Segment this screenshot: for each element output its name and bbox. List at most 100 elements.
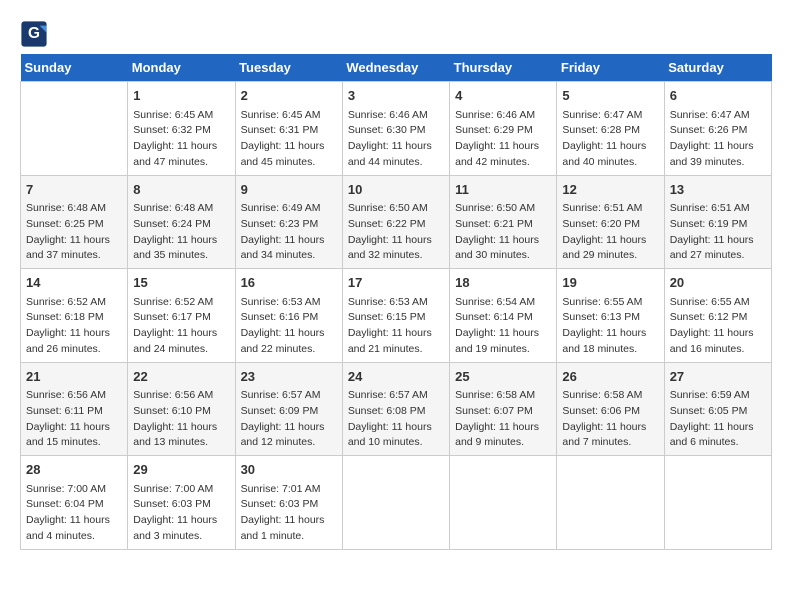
day-number: 4 — [455, 86, 551, 106]
day-number: 12 — [562, 180, 658, 200]
cell-info: Sunrise: 6:51 AM Sunset: 6:19 PM Dayligh… — [670, 201, 766, 264]
day-number: 24 — [348, 367, 444, 387]
day-number: 3 — [348, 86, 444, 106]
calendar-cell: 6Sunrise: 6:47 AM Sunset: 6:26 PM Daylig… — [664, 82, 771, 176]
cell-info: Sunrise: 6:58 AM Sunset: 6:06 PM Dayligh… — [562, 388, 658, 451]
cell-info: Sunrise: 6:56 AM Sunset: 6:11 PM Dayligh… — [26, 388, 122, 451]
cell-info: Sunrise: 6:54 AM Sunset: 6:14 PM Dayligh… — [455, 295, 551, 358]
calendar-cell: 18Sunrise: 6:54 AM Sunset: 6:14 PM Dayli… — [450, 269, 557, 363]
cell-info: Sunrise: 6:53 AM Sunset: 6:15 PM Dayligh… — [348, 295, 444, 358]
cell-info: Sunrise: 6:57 AM Sunset: 6:08 PM Dayligh… — [348, 388, 444, 451]
calendar-header: SundayMondayTuesdayWednesdayThursdayFrid… — [21, 54, 772, 82]
calendar-cell: 16Sunrise: 6:53 AM Sunset: 6:16 PM Dayli… — [235, 269, 342, 363]
cell-info: Sunrise: 6:53 AM Sunset: 6:16 PM Dayligh… — [241, 295, 337, 358]
day-number: 7 — [26, 180, 122, 200]
header-day-thursday: Thursday — [450, 54, 557, 82]
calendar-cell: 1Sunrise: 6:45 AM Sunset: 6:32 PM Daylig… — [128, 82, 235, 176]
day-number: 10 — [348, 180, 444, 200]
calendar-cell: 8Sunrise: 6:48 AM Sunset: 6:24 PM Daylig… — [128, 175, 235, 269]
day-number: 18 — [455, 273, 551, 293]
calendar-cell: 19Sunrise: 6:55 AM Sunset: 6:13 PM Dayli… — [557, 269, 664, 363]
calendar-cell: 25Sunrise: 6:58 AM Sunset: 6:07 PM Dayli… — [450, 362, 557, 456]
cell-info: Sunrise: 6:50 AM Sunset: 6:22 PM Dayligh… — [348, 201, 444, 264]
header-day-friday: Friday — [557, 54, 664, 82]
logo: G — [20, 20, 52, 48]
cell-info: Sunrise: 6:46 AM Sunset: 6:30 PM Dayligh… — [348, 108, 444, 171]
cell-info: Sunrise: 6:48 AM Sunset: 6:25 PM Dayligh… — [26, 201, 122, 264]
calendar-cell: 22Sunrise: 6:56 AM Sunset: 6:10 PM Dayli… — [128, 362, 235, 456]
day-number: 15 — [133, 273, 229, 293]
calendar-cell: 27Sunrise: 6:59 AM Sunset: 6:05 PM Dayli… — [664, 362, 771, 456]
day-number: 13 — [670, 180, 766, 200]
header-day-saturday: Saturday — [664, 54, 771, 82]
day-number: 27 — [670, 367, 766, 387]
day-number: 29 — [133, 460, 229, 480]
cell-info: Sunrise: 6:46 AM Sunset: 6:29 PM Dayligh… — [455, 108, 551, 171]
day-number: 21 — [26, 367, 122, 387]
calendar-cell: 29Sunrise: 7:00 AM Sunset: 6:03 PM Dayli… — [128, 456, 235, 550]
calendar-cell: 7Sunrise: 6:48 AM Sunset: 6:25 PM Daylig… — [21, 175, 128, 269]
calendar-cell: 11Sunrise: 6:50 AM Sunset: 6:21 PM Dayli… — [450, 175, 557, 269]
header-row: SundayMondayTuesdayWednesdayThursdayFrid… — [21, 54, 772, 82]
week-row-5: 28Sunrise: 7:00 AM Sunset: 6:04 PM Dayli… — [21, 456, 772, 550]
cell-info: Sunrise: 6:52 AM Sunset: 6:17 PM Dayligh… — [133, 295, 229, 358]
calendar-table: SundayMondayTuesdayWednesdayThursdayFrid… — [20, 54, 772, 550]
cell-info: Sunrise: 6:52 AM Sunset: 6:18 PM Dayligh… — [26, 295, 122, 358]
calendar-body: 1Sunrise: 6:45 AM Sunset: 6:32 PM Daylig… — [21, 82, 772, 550]
week-row-4: 21Sunrise: 6:56 AM Sunset: 6:11 PM Dayli… — [21, 362, 772, 456]
cell-info: Sunrise: 7:01 AM Sunset: 6:03 PM Dayligh… — [241, 482, 337, 545]
cell-info: Sunrise: 7:00 AM Sunset: 6:04 PM Dayligh… — [26, 482, 122, 545]
day-number: 11 — [455, 180, 551, 200]
calendar-cell: 26Sunrise: 6:58 AM Sunset: 6:06 PM Dayli… — [557, 362, 664, 456]
calendar-cell: 24Sunrise: 6:57 AM Sunset: 6:08 PM Dayli… — [342, 362, 449, 456]
calendar-cell: 4Sunrise: 6:46 AM Sunset: 6:29 PM Daylig… — [450, 82, 557, 176]
calendar-cell: 20Sunrise: 6:55 AM Sunset: 6:12 PM Dayli… — [664, 269, 771, 363]
day-number: 1 — [133, 86, 229, 106]
header-day-sunday: Sunday — [21, 54, 128, 82]
calendar-cell — [557, 456, 664, 550]
logo-icon: G — [20, 20, 48, 48]
week-row-3: 14Sunrise: 6:52 AM Sunset: 6:18 PM Dayli… — [21, 269, 772, 363]
day-number: 23 — [241, 367, 337, 387]
day-number: 2 — [241, 86, 337, 106]
cell-info: Sunrise: 6:55 AM Sunset: 6:12 PM Dayligh… — [670, 295, 766, 358]
header-day-monday: Monday — [128, 54, 235, 82]
cell-info: Sunrise: 6:58 AM Sunset: 6:07 PM Dayligh… — [455, 388, 551, 451]
day-number: 8 — [133, 180, 229, 200]
day-number: 17 — [348, 273, 444, 293]
calendar-cell: 5Sunrise: 6:47 AM Sunset: 6:28 PM Daylig… — [557, 82, 664, 176]
day-number: 22 — [133, 367, 229, 387]
calendar-cell — [664, 456, 771, 550]
calendar-cell: 21Sunrise: 6:56 AM Sunset: 6:11 PM Dayli… — [21, 362, 128, 456]
day-number: 5 — [562, 86, 658, 106]
header-day-wednesday: Wednesday — [342, 54, 449, 82]
calendar-cell: 2Sunrise: 6:45 AM Sunset: 6:31 PM Daylig… — [235, 82, 342, 176]
week-row-1: 1Sunrise: 6:45 AM Sunset: 6:32 PM Daylig… — [21, 82, 772, 176]
cell-info: Sunrise: 6:50 AM Sunset: 6:21 PM Dayligh… — [455, 201, 551, 264]
calendar-cell: 12Sunrise: 6:51 AM Sunset: 6:20 PM Dayli… — [557, 175, 664, 269]
day-number: 9 — [241, 180, 337, 200]
day-number: 19 — [562, 273, 658, 293]
calendar-cell: 13Sunrise: 6:51 AM Sunset: 6:19 PM Dayli… — [664, 175, 771, 269]
week-row-2: 7Sunrise: 6:48 AM Sunset: 6:25 PM Daylig… — [21, 175, 772, 269]
calendar-cell: 30Sunrise: 7:01 AM Sunset: 6:03 PM Dayli… — [235, 456, 342, 550]
cell-info: Sunrise: 6:45 AM Sunset: 6:31 PM Dayligh… — [241, 108, 337, 171]
cell-info: Sunrise: 6:59 AM Sunset: 6:05 PM Dayligh… — [670, 388, 766, 451]
day-number: 16 — [241, 273, 337, 293]
cell-info: Sunrise: 6:49 AM Sunset: 6:23 PM Dayligh… — [241, 201, 337, 264]
day-number: 28 — [26, 460, 122, 480]
calendar-cell: 28Sunrise: 7:00 AM Sunset: 6:04 PM Dayli… — [21, 456, 128, 550]
cell-info: Sunrise: 6:47 AM Sunset: 6:28 PM Dayligh… — [562, 108, 658, 171]
calendar-cell: 14Sunrise: 6:52 AM Sunset: 6:18 PM Dayli… — [21, 269, 128, 363]
page-header: G — [20, 20, 772, 48]
cell-info: Sunrise: 7:00 AM Sunset: 6:03 PM Dayligh… — [133, 482, 229, 545]
cell-info: Sunrise: 6:55 AM Sunset: 6:13 PM Dayligh… — [562, 295, 658, 358]
day-number: 26 — [562, 367, 658, 387]
cell-info: Sunrise: 6:56 AM Sunset: 6:10 PM Dayligh… — [133, 388, 229, 451]
cell-info: Sunrise: 6:47 AM Sunset: 6:26 PM Dayligh… — [670, 108, 766, 171]
calendar-cell: 23Sunrise: 6:57 AM Sunset: 6:09 PM Dayli… — [235, 362, 342, 456]
calendar-cell: 15Sunrise: 6:52 AM Sunset: 6:17 PM Dayli… — [128, 269, 235, 363]
day-number: 30 — [241, 460, 337, 480]
calendar-cell: 10Sunrise: 6:50 AM Sunset: 6:22 PM Dayli… — [342, 175, 449, 269]
calendar-cell — [21, 82, 128, 176]
